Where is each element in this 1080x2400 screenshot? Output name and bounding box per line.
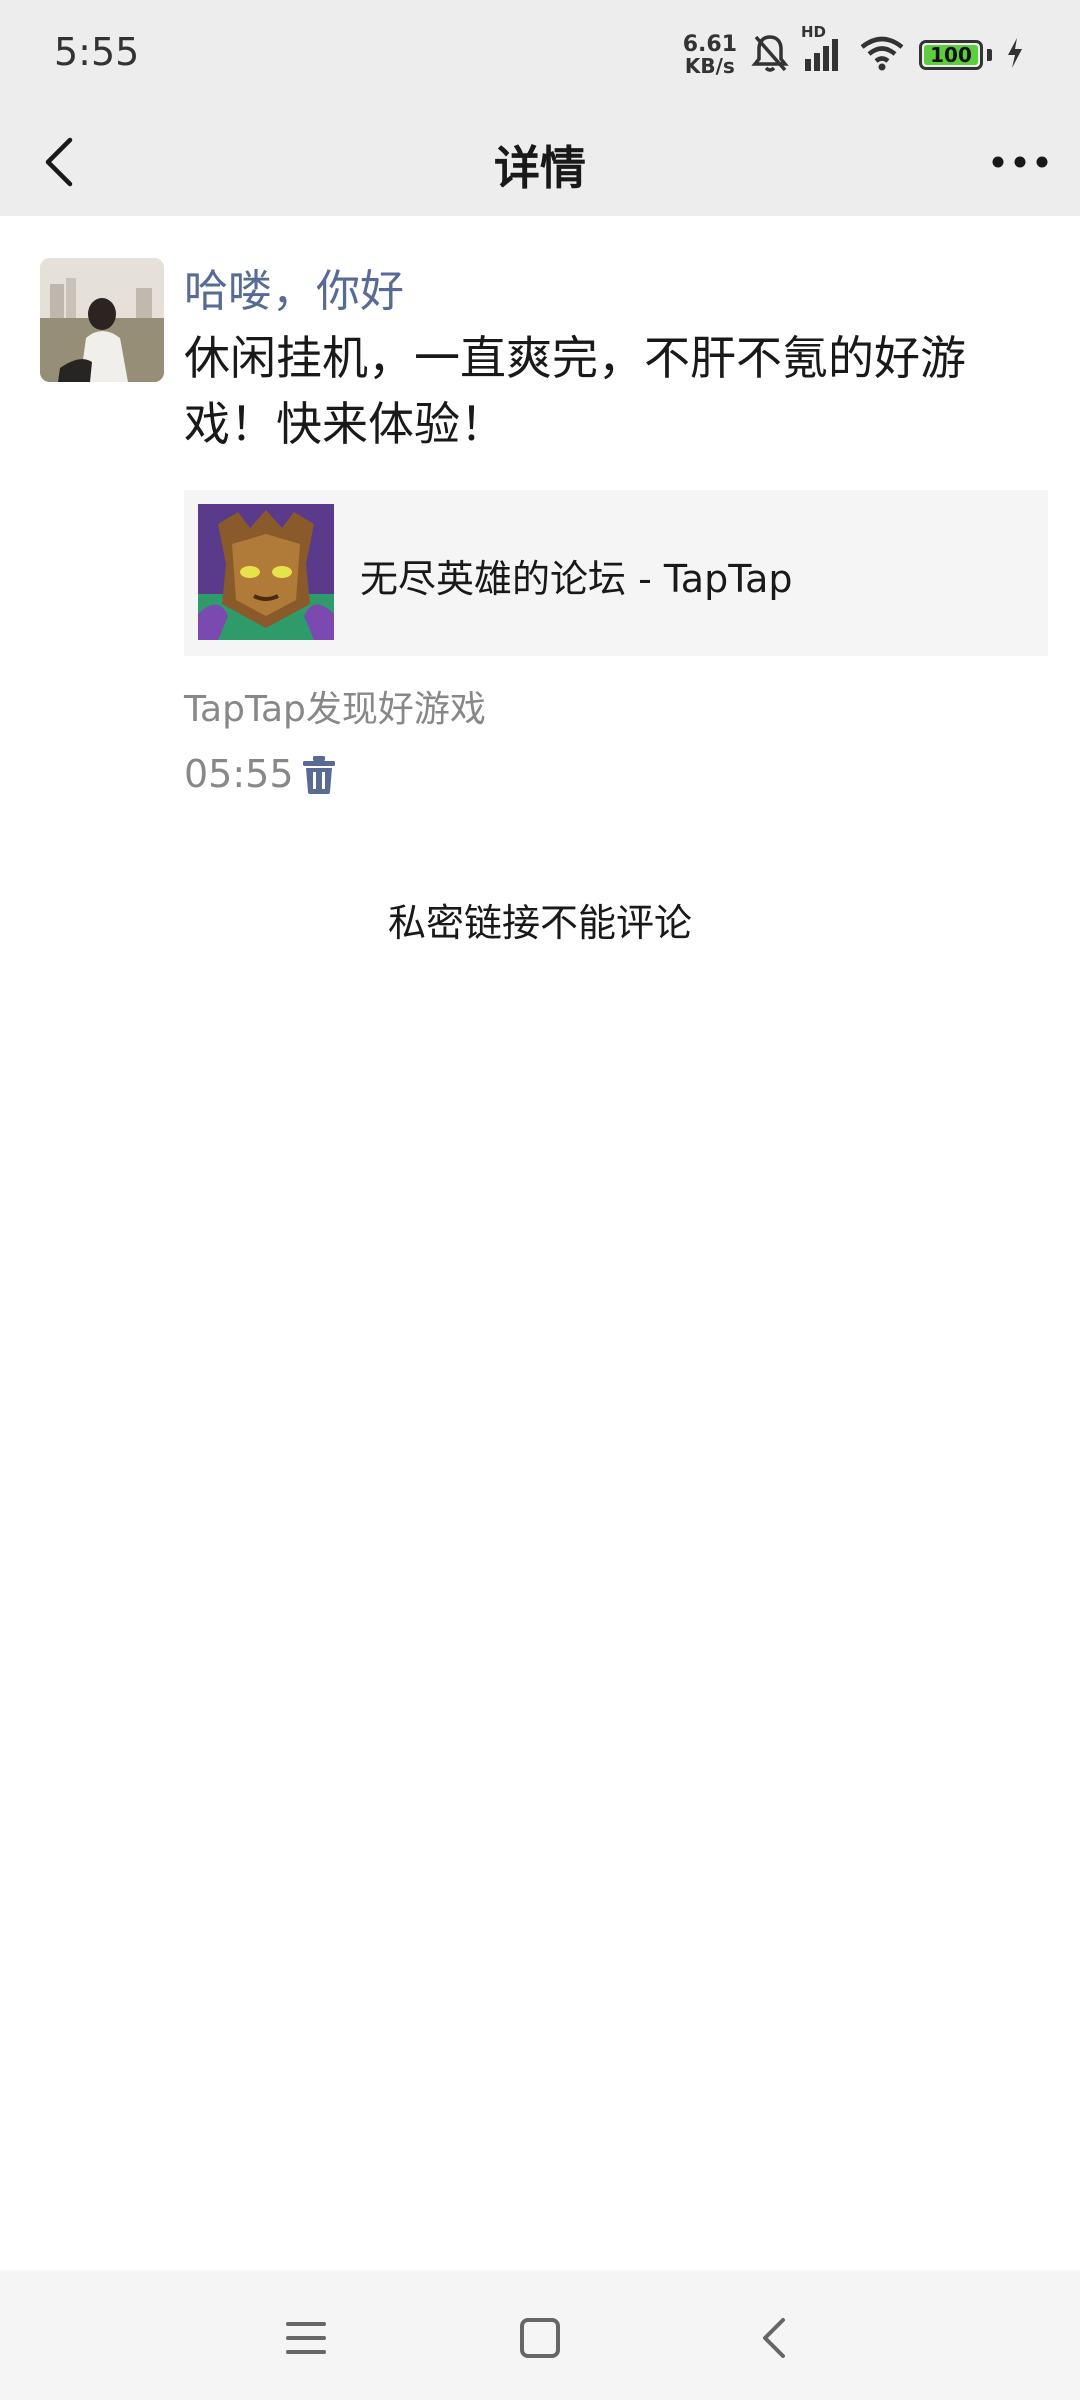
battery-cap — [987, 49, 992, 61]
page-title: 详情 — [494, 141, 586, 195]
net-speed-unit: KB/s — [684, 54, 735, 78]
wifi-icon — [859, 35, 905, 75]
net-speed-value: 6.61 — [682, 32, 737, 57]
post-time: 05:55 — [184, 752, 294, 796]
mute-bell-icon — [751, 33, 789, 77]
more-button[interactable] — [988, 130, 1052, 194]
signal-icon: HD — [801, 23, 845, 77]
trash-icon — [303, 756, 335, 794]
charging-icon — [1006, 37, 1024, 73]
battery-icon: 100 — [919, 40, 983, 70]
network-speed: 6.61 KB/s — [682, 32, 737, 78]
system-back-button[interactable] — [734, 2298, 814, 2378]
home-square-icon — [520, 2318, 560, 2358]
back-triangle-icon — [763, 2318, 785, 2358]
system-nav-bar — [0, 2270, 1080, 2400]
header-bar: 详情 — [0, 108, 1080, 216]
menu-icon — [286, 2322, 326, 2354]
link-title: 无尽英雄的论坛 - TapTap — [360, 557, 793, 601]
status-bar: 5:55 6.61 KB/s HD 100 — [0, 0, 1080, 108]
source-label[interactable]: TapTap发现好游戏 — [184, 680, 486, 732]
link-card[interactable]: 无尽英雄的论坛 - TapTap — [184, 490, 1048, 656]
delete-button[interactable] — [298, 752, 340, 798]
signal-hd-label: HD — [801, 23, 827, 41]
home-button[interactable] — [500, 2298, 580, 2378]
avatar[interactable] — [40, 258, 164, 382]
user-name[interactable]: 哈喽，你好 — [184, 255, 404, 319]
recent-apps-button[interactable] — [266, 2298, 346, 2378]
status-time: 5:55 — [54, 30, 140, 74]
comment-disabled-note: 私密链接不能评论 — [387, 901, 692, 945]
status-icons: 6.61 KB/s HD 100 — [682, 23, 1024, 80]
link-thumbnail — [198, 504, 334, 640]
battery-level: 100 — [930, 43, 972, 67]
post-text: 休闲挂机，一直爽完，不肝不氪的好游戏！快来体验！ — [184, 331, 966, 451]
more-dots-icon — [992, 156, 1048, 168]
